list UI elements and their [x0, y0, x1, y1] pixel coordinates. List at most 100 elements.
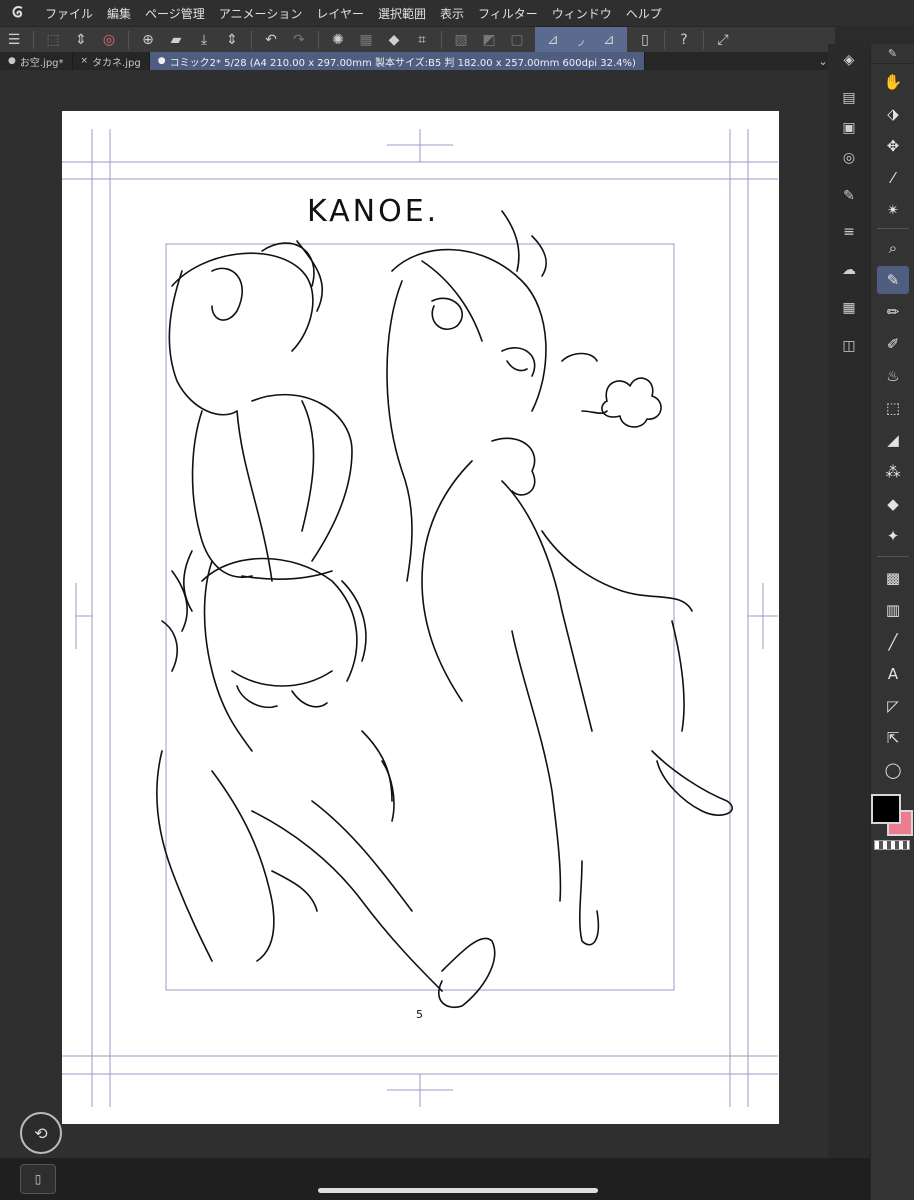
divider: [441, 30, 442, 49]
grid-icon[interactable]: ▧: [449, 29, 473, 51]
pen-icon: ✎: [887, 47, 898, 60]
resize-icon[interactable]: ⤢: [711, 29, 735, 51]
menu-bar: ファイル 編集 ページ管理 アニメーション レイヤー 選択範囲 表示 フィルター…: [0, 0, 914, 26]
command-bar: ☰ ⬚ ⇕ ◎ ⊕ ▰ ⤓ ⇕ ↶ ↷ ✺ ▦ ◆ ⌗ ▧ ◩ ▢ ⊿ ◞ ⊿ …: [0, 26, 835, 53]
menu-help[interactable]: ヘルプ: [619, 5, 669, 22]
menu-edit[interactable]: 編集: [100, 5, 138, 22]
tab-label: お空.jpg*: [19, 57, 64, 69]
tab-bar: ● お空.jpg* × タカネ.jpg ● コミック2* 5/28 (A4 21…: [0, 52, 835, 70]
divider: [251, 30, 252, 49]
snap-icon[interactable]: ⊿: [597, 29, 621, 51]
sub-tool-icon[interactable]: ▤: [837, 86, 861, 110]
object-icon[interactable]: ⬗: [877, 100, 909, 128]
gradient-icon[interactable]: ▩: [877, 564, 909, 592]
airbrush-icon[interactable]: ♨: [877, 362, 909, 390]
new-page-icon[interactable]: ⊕: [136, 29, 160, 51]
palette-header: ✎: [871, 44, 914, 64]
clip-logo-icon[interactable]: ◎: [97, 29, 121, 51]
tab-label: コミック2* 5/28 (A4 210.00 x 297.00mm 製本サイズ:…: [169, 57, 636, 69]
gradient-icon[interactable]: ◩: [477, 29, 501, 51]
tab-takane[interactable]: × タカネ.jpg: [73, 52, 150, 70]
home-indicator[interactable]: [318, 1188, 598, 1193]
clip-studio-logo-icon[interactable]: [0, 4, 38, 22]
move-icon[interactable]: ✥: [877, 132, 909, 160]
page-number: 5: [416, 1008, 423, 1021]
frame-icon[interactable]: ▥: [877, 596, 909, 624]
tab-label: タカネ.jpg: [92, 57, 141, 69]
timeline-icon[interactable]: ▦: [837, 296, 861, 320]
canvas-area[interactable]: KANOE. 5: [0, 70, 828, 1158]
divider: [877, 228, 909, 229]
fill-icon[interactable]: ◆: [877, 490, 909, 518]
layers-icon[interactable]: ◈: [837, 48, 861, 72]
divider: [318, 30, 319, 49]
text-icon[interactable]: A: [877, 660, 909, 688]
decorate-icon[interactable]: ⁂: [877, 458, 909, 486]
menu-layer[interactable]: レイヤー: [309, 5, 371, 22]
main-color-swatch[interactable]: [871, 794, 901, 824]
menu-view[interactable]: 表示: [433, 5, 471, 22]
navigator-icon[interactable]: ◎: [837, 146, 861, 170]
transparent-color-swatch[interactable]: [874, 840, 910, 850]
correction-icon[interactable]: ⇱: [877, 724, 909, 752]
eraser-icon[interactable]: ◢: [877, 426, 909, 454]
ruler-icon[interactable]: ◸: [877, 692, 909, 720]
cloud-icon[interactable]: ☁: [837, 258, 861, 282]
divider: [664, 30, 665, 49]
device-icon[interactable]: ▯: [633, 29, 657, 51]
transform-icon[interactable]: ⬚: [41, 29, 65, 51]
page-guides-and-sketch: KANOE. 5: [62, 129, 778, 1107]
panel-toggle-icon[interactable]: ▯: [20, 1164, 56, 1194]
eyedropper-icon[interactable]: ⁄: [877, 164, 909, 192]
crop-icon[interactable]: ⌗: [410, 29, 434, 51]
menu-selection[interactable]: 選択範囲: [371, 5, 433, 22]
divider: [703, 30, 704, 49]
magic-wand-icon[interactable]: ✴: [877, 196, 909, 224]
brush-size-icon[interactable]: ✎: [837, 184, 861, 208]
menu-icon[interactable]: ☰: [2, 29, 26, 51]
close-icon[interactable]: ×: [81, 56, 89, 66]
tab-comic[interactable]: ● コミック2* 5/28 (A4 210.00 x 297.00mm 製本サイ…: [149, 52, 645, 70]
adjust-icon[interactable]: ≡: [837, 220, 861, 244]
comic-page[interactable]: KANOE. 5: [62, 111, 779, 1124]
menu-animation[interactable]: アニメーション: [212, 5, 310, 22]
redo-icon[interactable]: ↷: [287, 29, 311, 51]
save-icon[interactable]: ⤓: [192, 29, 216, 51]
divider: [128, 30, 129, 49]
pen-icon[interactable]: ✎: [877, 266, 909, 294]
materials-icon[interactable]: ▣: [837, 116, 861, 140]
panel-toggle-strip: ◈ ▤ ▣ ◎ ✎ ≡ ☁ ▦ ◫: [828, 44, 870, 1158]
hand-icon[interactable]: ✋: [877, 68, 909, 96]
tool-palette: ✎ ✋ ⬗ ✥ ⁄ ✴ ⌕ ✎ ✏ ✐ ♨ ⬚ ◢ ⁂ ◆ ✦ ▩ ▥ ╱ A …: [870, 44, 914, 1200]
fill-icon[interactable]: ◆: [382, 29, 406, 51]
loading-icon[interactable]: ✺: [326, 29, 350, 51]
help-icon[interactable]: ?: [672, 29, 696, 51]
tab-osora[interactable]: ● お空.jpg*: [0, 52, 73, 70]
open-folder-icon[interactable]: ▰: [164, 29, 188, 51]
zoom-icon[interactable]: ⌕: [877, 234, 909, 262]
curve-ruler-icon[interactable]: ◞: [569, 29, 593, 51]
sketch-strokes: [156, 210, 734, 1008]
stepper-icon[interactable]: ⇕: [220, 29, 244, 51]
menu-filter[interactable]: フィルター: [471, 5, 545, 22]
camera-icon[interactable]: ◫: [837, 334, 861, 358]
stepper-icon[interactable]: ⇕: [69, 29, 93, 51]
undo-icon[interactable]: ↶: [259, 29, 283, 51]
line-icon[interactable]: ╱: [877, 628, 909, 656]
sparkle-icon[interactable]: ✦: [877, 522, 909, 550]
ruler-icon[interactable]: ⊿: [541, 29, 565, 51]
brush-icon[interactable]: ✐: [877, 330, 909, 358]
menu-page[interactable]: ページ管理: [138, 5, 212, 22]
sketch-title-text: KANOE.: [307, 194, 439, 229]
ruler-snap-group: ⊿ ◞ ⊿: [535, 26, 627, 53]
menu-file[interactable]: ファイル: [38, 5, 100, 22]
unsaved-dot-icon: ●: [8, 56, 16, 66]
rotate-canvas-icon[interactable]: ⟲: [20, 1112, 62, 1154]
layer-icon[interactable]: ▦: [354, 29, 378, 51]
menu-window[interactable]: ウィンドウ: [545, 5, 619, 22]
divider: [877, 556, 909, 557]
frame-icon[interactable]: ▢: [505, 29, 529, 51]
balloon-icon[interactable]: ◯: [877, 756, 909, 784]
pencil-icon[interactable]: ✏: [877, 298, 909, 326]
select-icon[interactable]: ⬚: [877, 394, 909, 422]
